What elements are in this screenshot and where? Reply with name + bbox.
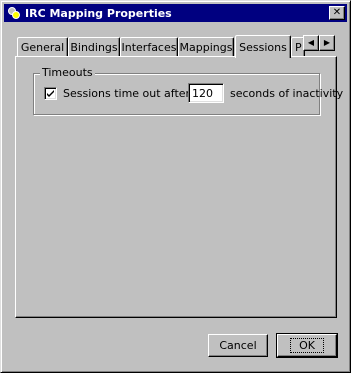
properties-dialog: IRC Mapping Properties ✕ General Binding…: [0, 0, 351, 373]
tab-general[interactable]: General: [17, 37, 68, 56]
tab-bindings[interactable]: Bindings: [68, 37, 120, 56]
tab-label: Mappings: [179, 40, 233, 54]
close-icon: ✕: [332, 7, 342, 18]
sessions-panel: Timeouts Sessions time out after seconds…: [15, 56, 343, 318]
ok-label: OK: [290, 338, 324, 353]
tab-label: Bindings: [70, 40, 118, 54]
tab-label: P: [295, 40, 302, 54]
timeout-seconds-input[interactable]: [188, 83, 224, 103]
tab-label: Interfaces: [121, 40, 177, 54]
tab-scroll-left-button[interactable]: ◀: [303, 35, 319, 51]
tab-sessions[interactable]: Sessions: [235, 35, 291, 58]
title-bar[interactable]: IRC Mapping Properties ✕: [4, 4, 347, 22]
tab-scroll-right-button[interactable]: ▶: [319, 35, 335, 51]
check-icon: [47, 90, 54, 97]
cancel-button[interactable]: Cancel: [208, 334, 268, 357]
inactivity-label: seconds of inactivity: [230, 87, 344, 100]
cancel-label: Cancel: [219, 339, 257, 352]
app-icon: [8, 7, 20, 19]
tab-label: General: [20, 40, 65, 54]
tab-interfaces[interactable]: Interfaces: [120, 37, 178, 56]
arrow-left-icon: ◀: [307, 38, 315, 47]
timeouts-group: Timeouts Sessions time out after seconds…: [33, 66, 343, 115]
close-button[interactable]: ✕: [329, 6, 345, 20]
window-title: IRC Mapping Properties: [25, 6, 172, 20]
tab-mappings[interactable]: Mappings: [178, 37, 234, 56]
checkbox-label[interactable]: Sessions time out after: [63, 87, 190, 100]
tab-label: Sessions: [239, 40, 287, 54]
ok-button[interactable]: OK: [276, 333, 338, 358]
arrow-right-icon: ▶: [323, 38, 331, 47]
group-label: Timeouts: [40, 66, 95, 79]
session-timeout-checkbox[interactable]: [44, 87, 57, 100]
